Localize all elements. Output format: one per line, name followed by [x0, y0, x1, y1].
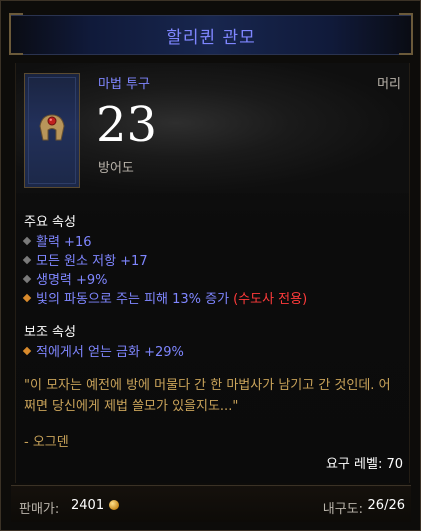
legendary-bullet-icon — [22, 293, 32, 302]
durability-label: 내구도: — [322, 502, 363, 517]
primary-attribute: 빛의 파동으로 주는 피해 13% 증가 (수도사 전용) — [22, 288, 308, 307]
title-corner-right — [399, 13, 413, 55]
primary-attribute: 모든 원소 저항 +17 — [22, 250, 148, 269]
primary-attributes-title: 주요 속성 — [24, 215, 76, 230]
primary-attribute: 생명력 +9% — [22, 269, 108, 288]
class-restriction: (수도사 전용) — [233, 292, 308, 307]
required-level: 요구 레벨: 70 — [325, 457, 403, 472]
flavor-text: "이 모자는 예전에 방에 머물다 간 한 마법사가 남기고 간 것인데. 어쩌… — [24, 378, 391, 414]
armor-value: 23 — [96, 97, 158, 153]
title-corner-left — [9, 13, 23, 55]
durability-value: 26/26 — [367, 498, 405, 513]
secondary-attributes-title: 보조 속성 — [24, 325, 76, 340]
item-icon-slot — [24, 73, 80, 188]
armor-label: 방어도 — [98, 161, 134, 176]
item-slot: 머리 — [377, 77, 401, 92]
bullet-icon — [22, 255, 32, 264]
item-header: 마법 투구 머리 23 방어도 — [16, 63, 409, 193]
legendary-bullet-icon — [22, 346, 32, 355]
flavor-author: - 오그덴 — [24, 435, 69, 450]
item-type: 마법 투구 — [98, 77, 150, 92]
tooltip-body: 마법 투구 머리 23 방어도 주요 속성 활력 +16 모든 원소 저항 +1… — [15, 63, 410, 483]
title-bar: 할리퀸 관모 — [9, 13, 413, 55]
tooltip-footer: 판매가: 2401 내구도: 26/26 — [11, 485, 411, 522]
sell-price-label: 판매가: — [19, 502, 60, 517]
primary-attribute: 활력 +16 — [22, 231, 92, 250]
sell-price-value: 2401 — [71, 498, 105, 513]
bullet-icon — [22, 236, 32, 245]
secondary-attribute: 적에게서 얻는 금화 +29% — [22, 341, 184, 360]
item-name: 할리퀸 관모 — [166, 27, 256, 48]
item-tooltip: 할리퀸 관모 마법 투구 머리 23 방어도 주요 속성 활력 +16 모든 원… — [0, 0, 421, 531]
bullet-icon — [22, 274, 32, 283]
gold-coin-icon — [109, 500, 119, 510]
helm-icon — [39, 114, 65, 141]
